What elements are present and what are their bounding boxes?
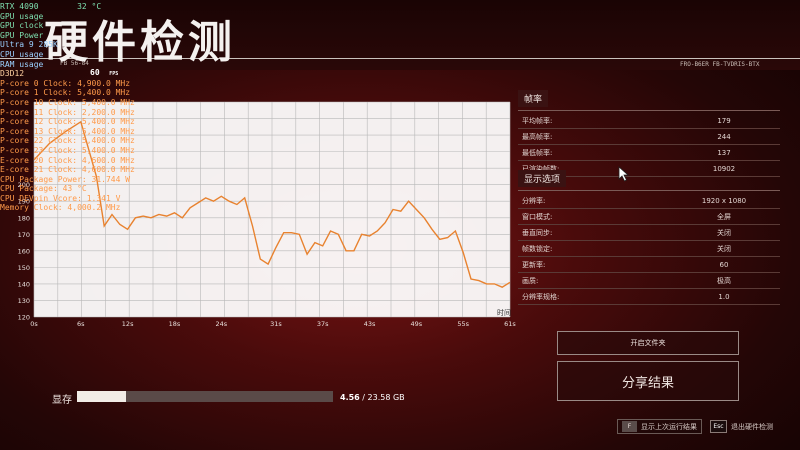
chart-y-tick-label: 120 bbox=[18, 314, 30, 322]
overlay-line: E-core 21 Clock: 4,600.0 MHz bbox=[0, 165, 135, 175]
display-row: 垂直同步: 关闭 bbox=[518, 225, 780, 241]
overlay-line: P-core 1 Clock: 5,400.0 MHz bbox=[0, 88, 131, 98]
chart-y-tick-label: 160 bbox=[18, 247, 30, 255]
vram-bar-fill bbox=[77, 391, 127, 402]
display-row: 窗口模式: 全屏 bbox=[518, 209, 780, 225]
overlay-line: P-core 13 Clock: 5,400.0 MHz bbox=[0, 126, 135, 136]
overlay-line: P-core 22 Clock: 5,400.0 MHz bbox=[0, 136, 135, 146]
overlay-line: CPU Package Power: 31.744 W bbox=[0, 174, 131, 184]
overlay-line: P-core 11 Clock: 2,200.0 MHz bbox=[0, 107, 135, 117]
display-section-divider bbox=[518, 190, 780, 191]
display-row-label: 更新率: bbox=[522, 260, 546, 269]
overlay-line: RAM usage bbox=[0, 59, 44, 69]
framerate-row: 最高帧率: 244 bbox=[518, 129, 780, 145]
chart-x-tick-label: 37s bbox=[317, 320, 329, 328]
vram-label: 显存 bbox=[52, 395, 72, 406]
chart-x-tick-label: 24s bbox=[215, 320, 227, 328]
framerate-row: 平均帧率: 179 bbox=[518, 113, 780, 129]
framerate-row-value: 244 bbox=[717, 132, 731, 141]
chart-x-tick-label: 49s bbox=[411, 320, 423, 328]
display-row: 更新率: 60 bbox=[518, 257, 780, 273]
chart-x-tick-label: 61s bbox=[504, 320, 516, 328]
chart-y-tick-label: 170 bbox=[18, 231, 30, 239]
display-section-title: 显示选项 bbox=[518, 170, 567, 187]
chart-x-tick-label: 12s bbox=[122, 320, 134, 328]
framerate-panel: 帧率 平均帧率: 179 最高帧率: 244 最低帧率: 137 已渲染帧数: 10902 bbox=[518, 90, 780, 177]
framerate-section-title: 帧率 bbox=[518, 90, 549, 107]
display-row-value: 1920 x 1080 bbox=[701, 196, 747, 205]
share-results-button[interactable]: 分享结果 bbox=[557, 361, 739, 401]
chart-y-tick-label: 180 bbox=[18, 214, 30, 222]
display-row-label: 分辨率规格: bbox=[522, 292, 560, 301]
display-row: 帧数锁定: 关闭 bbox=[518, 241, 780, 257]
overlay-line: CPU usage bbox=[0, 49, 44, 59]
overlay-line: P-core 12 Clock: 5,400.0 MHz bbox=[0, 117, 135, 127]
performance-overlay: RTX 4090 32 °C GPU usage GPU clock GPU Powe… bbox=[0, 2, 135, 213]
vram-bar bbox=[77, 391, 333, 402]
exit-hint[interactable]: Esc 退出硬件检测 bbox=[710, 420, 773, 433]
overlay-line: D3D12 bbox=[0, 69, 25, 79]
display-panel: 显示选项 分辨率: 1920 x 1080 窗口模式: 全屏 垂直同步: 关闭 帧数锁定: 关… bbox=[518, 170, 780, 305]
exit-label: 退出硬件检测 bbox=[731, 422, 773, 431]
framerate-row-value: 137 bbox=[717, 148, 731, 157]
chart-x-tick-label: 18s bbox=[169, 320, 181, 328]
display-row-value: 全屏 bbox=[717, 212, 731, 221]
framerate-row: 最低帧率: 137 bbox=[518, 145, 780, 161]
display-row-label: 分辨率: bbox=[522, 196, 546, 205]
overlay-line: Ultra 9 285K bbox=[0, 40, 58, 50]
vram-used: 4.56 bbox=[340, 393, 360, 402]
overlay-line: GPU Power bbox=[0, 30, 44, 40]
chart-x-tick-label: 43s bbox=[364, 320, 376, 328]
overlay-line: P-core 0 Clock: 4,900.0 MHz bbox=[0, 78, 131, 88]
display-row-value: 关闭 bbox=[717, 228, 731, 237]
display-row-label: 帧数锁定: bbox=[522, 244, 553, 253]
display-row-value: 1.0 bbox=[718, 292, 730, 301]
framerate-row-label: 最低帧率: bbox=[522, 148, 553, 157]
display-row: 分辨率: 1920 x 1080 bbox=[518, 193, 780, 209]
header-small-right: FRO-B6ER FB-TVDRIS-BTX bbox=[680, 61, 760, 68]
overlay-line: E-core 20 Clock: 4,600.0 MHz bbox=[0, 155, 135, 165]
display-row-value: 极高 bbox=[717, 276, 731, 285]
chart-x-tick-label: 55s bbox=[457, 320, 469, 328]
display-row-value: 关闭 bbox=[717, 244, 731, 253]
open-folder-button[interactable]: 开启文件夹 bbox=[557, 331, 739, 355]
overlay-line: P-core 23 Clock: 5,400.0 MHz bbox=[0, 145, 135, 155]
overlay-line: Memory Clock: 4,000.2 MHz bbox=[0, 203, 121, 213]
display-row-label: 画质: bbox=[522, 276, 539, 285]
overlay-line: CPU Package: 43 °C bbox=[0, 184, 87, 194]
overlay-line: P-core 10 Clock: 5,400.0 MHz bbox=[0, 97, 135, 107]
vram-total: / 23.58 GB bbox=[362, 393, 405, 402]
show-previous-results-hint[interactable]: F 显示上次运行结果 bbox=[617, 419, 702, 434]
chart-x-axis-label: 时间 bbox=[497, 308, 511, 317]
vram-value: 4.56 / 23.58 GB bbox=[340, 393, 405, 402]
display-row-label: 垂直同步: bbox=[522, 228, 553, 237]
display-row: 分辨率规格: 1.0 bbox=[518, 289, 780, 305]
framerate-row-label: 最高帧率: bbox=[522, 132, 553, 141]
chart-x-tick-label: 6s bbox=[77, 320, 85, 328]
display-row-value: 60 bbox=[719, 260, 729, 269]
f-key-icon: F bbox=[622, 421, 637, 432]
overlay-line: GPU usage bbox=[0, 11, 44, 21]
framerate-row-label: 平均帧率: bbox=[522, 116, 553, 125]
chart-x-tick-label: 0s bbox=[30, 320, 38, 328]
overlay-line: CPU DEVpin Vcore: 1.341 V bbox=[0, 193, 121, 203]
mouse-cursor-icon bbox=[618, 166, 630, 182]
esc-key-icon: Esc bbox=[710, 420, 727, 433]
display-row: 画质: 极高 bbox=[518, 273, 780, 289]
chart-x-tick-label: 31s bbox=[270, 320, 282, 328]
chart-y-tick-label: 140 bbox=[18, 280, 30, 288]
chart-y-tick-label: 130 bbox=[18, 297, 30, 305]
overlay-line: RTX 4090 32 °C bbox=[0, 2, 102, 11]
display-row-label: 窗口模式: bbox=[522, 212, 553, 221]
framerate-section-divider bbox=[518, 110, 780, 111]
overlay-line: GPU clock bbox=[0, 21, 44, 31]
show-previous-results-label: 显示上次运行结果 bbox=[641, 422, 697, 431]
chart-y-tick-label: 150 bbox=[18, 264, 30, 272]
framerate-row-value: 179 bbox=[717, 116, 731, 125]
